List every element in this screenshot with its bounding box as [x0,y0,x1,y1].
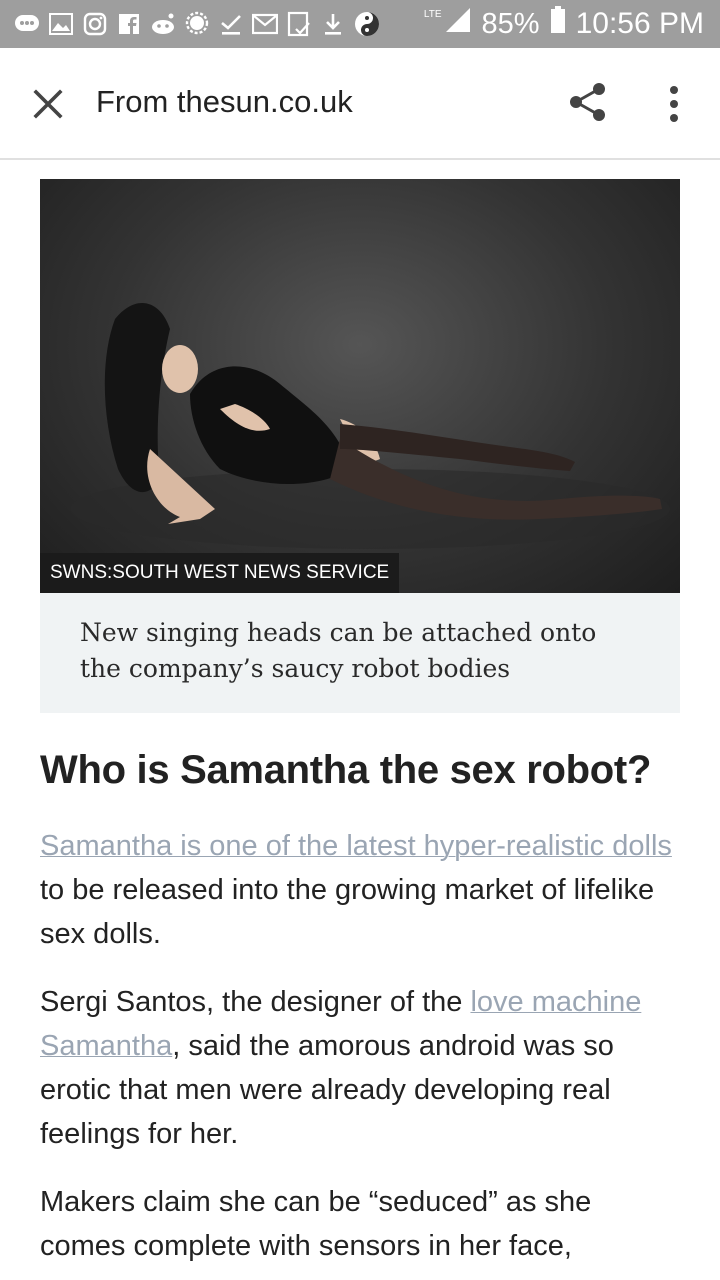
close-icon [33,89,63,119]
status-bar: LTE 85% 10:56 PM [0,0,720,48]
battery-percent: 85% [481,7,540,40]
reddit-icon [150,11,176,37]
paragraph-1-text: to be released into the growing market o… [40,874,655,950]
image-icon [48,11,74,37]
photo-caption: New singing heads can be attached onto t… [40,593,680,713]
overflow-menu-button[interactable] [660,82,688,126]
network-type: LTE [423,8,442,20]
amp-viewer-toolbar: From thesun.co.uk [0,48,720,160]
check-icon [218,11,244,37]
signal-icon [444,6,472,42]
article-paragraph-2: Sergi Santos, the designer of the love m… [40,980,680,1156]
close-button[interactable] [28,84,68,124]
share-icon [570,83,605,121]
article-paragraph-1: Samantha is one of the latest hyper-real… [40,824,680,956]
facebook-icon [116,11,142,37]
paragraph-2-text-before: Sergi Santos, the designer of the [40,986,471,1018]
photo-credit: SWNS:SOUTH WEST NEWS SERVICE [40,553,400,593]
article-link-samantha-dolls[interactable]: Samantha is one of the latest hyper-real… [40,830,672,862]
battery-icon [550,6,566,42]
paragraph-3-text: Makers claim she can be “seduced” as she… [40,1186,592,1262]
clock: 10:56 PM [575,7,704,40]
message-icon [184,11,210,37]
status-indicators: LTE 85% 10:56 PM [424,0,704,48]
download-icon [320,11,346,37]
clipboard-icon [286,11,312,37]
notification-icons [0,11,380,37]
source-title: From thesun.co.uk [96,84,353,119]
photo-figure [70,302,670,549]
chat-icon [14,11,40,37]
yin-yang-icon [354,11,380,37]
article-photo[interactable]: SWNS:SOUTH WEST NEWS SERVICE [40,179,680,593]
article-subheading: Who is Samantha the sex robot? [40,748,652,792]
share-button[interactable] [566,80,610,124]
article-paragraph-3: Makers claim she can be “seduced” as she… [40,1180,680,1268]
instagram-icon [82,11,108,37]
gmail-icon [252,11,278,37]
caption-text: New singing heads can be attached onto t… [80,618,597,683]
more-vert-icon [670,86,678,122]
